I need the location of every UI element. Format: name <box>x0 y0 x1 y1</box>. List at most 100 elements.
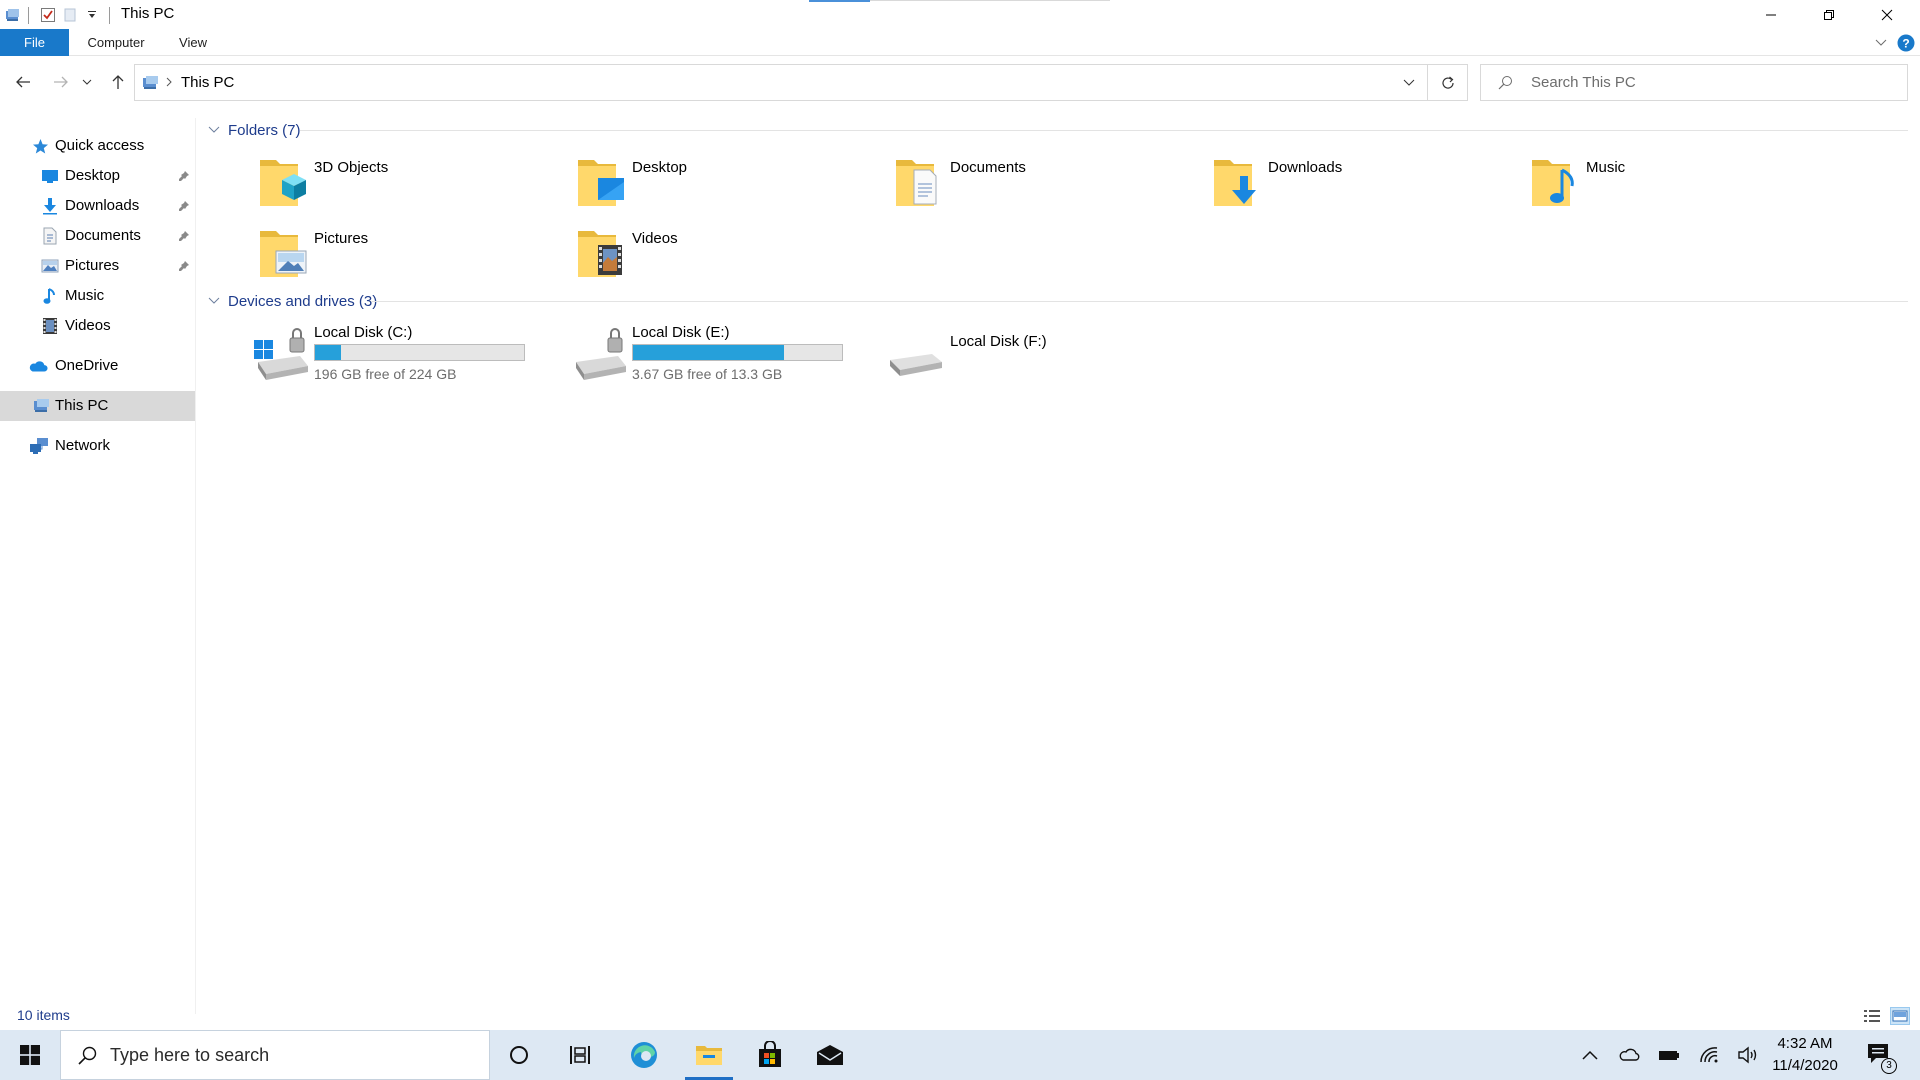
drive-item-e[interactable]: Local Disk (E:) 3.67 GB free of 13.3 GB <box>570 324 870 388</box>
edge-taskbar-button[interactable] <box>620 1030 668 1080</box>
mail-taskbar-button[interactable] <box>806 1030 854 1080</box>
customize-qat-dropdown-icon[interactable] <box>81 4 103 26</box>
new-folder-icon[interactable] <box>59 4 81 26</box>
sidebar-item-desktop[interactable]: Desktop <box>0 161 195 191</box>
documents-folder-icon <box>896 160 937 206</box>
store-taskbar-button[interactable] <box>746 1030 794 1080</box>
drive-usage-fill <box>315 345 342 360</box>
pictures-folder-icon <box>260 231 307 277</box>
properties-icon[interactable] <box>37 4 59 26</box>
drive-name: Local Disk (F:) <box>950 333 1047 350</box>
tab-view[interactable]: View <box>172 29 214 56</box>
windows-logo-icon <box>20 1045 40 1065</box>
collapse-chevron-icon[interactable] <box>206 122 222 138</box>
qat-separator <box>28 6 29 24</box>
sidebar-item-quick-access[interactable]: Quick access <box>0 131 195 161</box>
start-button[interactable] <box>0 1030 60 1080</box>
drives-group-header[interactable]: Devices and drives (3) <box>206 290 1908 312</box>
clock-date: 11/4/2020 <box>1772 1057 1838 1074</box>
file-explorer-icon <box>696 1046 722 1065</box>
sidebar-item-network[interactable]: Network <box>0 431 195 461</box>
search-box[interactable]: Search This PC <box>1480 64 1908 101</box>
sidebar-item-label: Videos <box>65 317 111 334</box>
onedrive-cloud-icon <box>28 356 48 376</box>
title-accent-line <box>809 0 870 2</box>
expand-ribbon-chevron-icon[interactable] <box>1870 32 1892 54</box>
pin-icon[interactable] <box>178 259 190 276</box>
title-accent-line <box>870 0 1110 1</box>
show-hidden-icons-button[interactable] <box>1572 1030 1608 1080</box>
recent-locations-chevron-icon[interactable] <box>80 69 94 95</box>
tab-file[interactable]: File <box>0 29 69 56</box>
drive-usage-fill <box>633 345 785 360</box>
sidebar-item-label: Music <box>65 287 105 304</box>
action-center-button[interactable]: 3 <box>1862 1038 1898 1074</box>
folder-item[interactable]: Music <box>1530 152 1840 216</box>
breadcrumb-separator-icon[interactable] <box>165 74 173 94</box>
folder-name: Pictures <box>314 230 369 247</box>
search-icon <box>1497 75 1513 95</box>
sidebar-item-label: Pictures <box>65 257 120 274</box>
videos-icon <box>40 316 60 336</box>
title-bar: This PC <box>0 0 1920 29</box>
address-history-dropdown-icon[interactable] <box>1391 65 1427 100</box>
sidebar-item-documents[interactable]: Documents <box>0 221 195 251</box>
taskbar-search-box[interactable]: Type here to search <box>60 1030 490 1080</box>
folder-item[interactable]: Desktop <box>576 152 886 216</box>
tray-battery-button[interactable] <box>1651 1030 1687 1080</box>
folders-group-header[interactable]: Folders (7) <box>206 119 1908 141</box>
drive-item-f[interactable]: Local Disk (F:) <box>888 324 1188 388</box>
downloads-folder-icon <box>1214 160 1256 206</box>
drive-free-space: 3.67 GB free of 13.3 GB <box>632 366 783 382</box>
file-explorer-taskbar-button[interactable] <box>681 1030 737 1080</box>
drive-free-space: 196 GB free of 224 GB <box>314 366 457 382</box>
pin-icon[interactable] <box>178 199 190 216</box>
this-pc-icon <box>32 396 52 416</box>
folder-item[interactable]: Pictures <box>258 223 568 287</box>
drive-icon <box>890 354 942 376</box>
refresh-button[interactable] <box>1428 64 1468 101</box>
pin-icon[interactable] <box>178 169 190 186</box>
large-icons-view-icon[interactable] <box>1890 1007 1910 1025</box>
minimize-button[interactable] <box>1742 0 1800 29</box>
breadcrumb-this-pc[interactable]: This PC <box>181 74 234 91</box>
battery-icon <box>1659 1051 1679 1060</box>
sidebar-item-this-pc[interactable]: This PC <box>0 391 195 421</box>
drive-item-c[interactable]: Local Disk (C:) 196 GB free of 224 GB <box>252 324 552 388</box>
tray-onedrive-button[interactable] <box>1611 1030 1647 1080</box>
details-view-icon[interactable] <box>1862 1007 1882 1025</box>
window-title: This PC <box>121 5 175 22</box>
folder-item[interactable]: Downloads <box>1212 152 1522 216</box>
collapse-chevron-icon[interactable] <box>206 293 222 309</box>
sidebar-item-onedrive[interactable]: OneDrive <box>0 351 195 381</box>
clock-time: 4:32 AM <box>1777 1035 1833 1052</box>
sidebar-item-pictures[interactable]: Pictures <box>0 251 195 281</box>
restore-button[interactable] <box>1800 0 1858 29</box>
tray-network-button[interactable] <box>1691 1030 1727 1080</box>
address-bar[interactable]: This PC <box>134 64 1428 101</box>
quick-access-toolbar <box>0 4 118 26</box>
help-icon[interactable]: ? <box>1895 32 1917 54</box>
sidebar-item-downloads[interactable]: Downloads <box>0 191 195 221</box>
taskbar-search-placeholder: Type here to search <box>110 1045 270 1065</box>
close-button[interactable] <box>1858 0 1916 29</box>
sidebar-item-label: OneDrive <box>55 357 119 374</box>
taskbar-clock[interactable]: 4:32 AM 11/4/2020 <box>1760 1030 1850 1080</box>
cortana-button[interactable] <box>495 1030 543 1080</box>
task-view-button[interactable] <box>556 1030 604 1080</box>
wifi-icon <box>1700 1047 1718 1063</box>
up-button[interactable] <box>106 69 130 95</box>
sidebar-item-music[interactable]: Music <box>0 281 195 311</box>
tab-computer[interactable]: Computer <box>80 29 152 56</box>
folder-item[interactable]: Documents <box>894 152 1204 216</box>
pin-icon[interactable] <box>178 229 190 246</box>
speaker-icon <box>1738 1046 1757 1064</box>
sidebar-item-videos[interactable]: Videos <box>0 311 195 341</box>
forward-button[interactable] <box>49 69 73 95</box>
folder-item[interactable]: 3D Objects <box>258 152 568 216</box>
group-title: Folders (7) <box>228 121 301 139</box>
back-button[interactable] <box>11 69 35 95</box>
item-count: 10 items <box>17 1007 70 1023</box>
this-pc-app-icon[interactable] <box>2 4 24 26</box>
folder-item[interactable]: Videos <box>576 223 886 287</box>
